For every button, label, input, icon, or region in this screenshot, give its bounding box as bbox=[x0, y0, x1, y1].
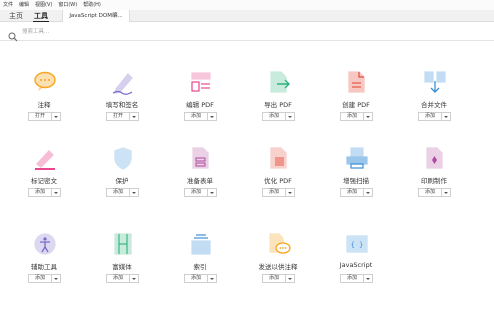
fill-sign-icon bbox=[110, 69, 136, 95]
tool-combine-files[interactable]: 合并文件 添加 bbox=[404, 42, 464, 121]
tool-optimize-pdf[interactable]: 优化 PDF 添加 bbox=[248, 118, 308, 197]
chevron-down-icon[interactable] bbox=[286, 275, 294, 282]
protect-shield-icon bbox=[110, 145, 136, 171]
tool-accessibility[interactable]: 辅助工具 添加 bbox=[14, 204, 74, 283]
edit-pdf-icon bbox=[188, 69, 214, 95]
tool-label: 辅助工具 bbox=[31, 263, 57, 271]
combine-files-icon bbox=[422, 69, 448, 95]
tool-rich-media[interactable]: 富媒体添加 bbox=[92, 204, 152, 283]
tool-action-label: 添加 bbox=[107, 275, 130, 282]
create-pdf-icon bbox=[344, 69, 370, 95]
tab-home[interactable]: 主页 bbox=[9, 10, 23, 22]
chevron-down-icon[interactable] bbox=[208, 275, 216, 282]
tool-action-button[interactable]: 添加 bbox=[340, 188, 373, 197]
chevron-down-icon[interactable] bbox=[208, 189, 216, 196]
tool-create-pdf[interactable]: 创建 PDF 添加 bbox=[326, 42, 386, 121]
tool-action-label: 添加 bbox=[29, 275, 52, 282]
redact-icon bbox=[32, 145, 58, 171]
menu-view[interactable]: 视图(V) bbox=[35, 0, 52, 10]
chevron-down-icon[interactable] bbox=[286, 189, 294, 196]
tool-label: 保护 bbox=[115, 177, 129, 185]
tool-redact[interactable]: 标记密文 添加 bbox=[14, 118, 74, 197]
tool-send-for-comments[interactable]: 发送以供注释添加 bbox=[248, 204, 308, 283]
tool-label: 编辑 PDF bbox=[186, 101, 214, 109]
tool-action-button[interactable]: 添加 bbox=[340, 274, 373, 283]
tool-label: 准备表单 bbox=[187, 177, 213, 185]
tool-prepare-form[interactable]: 准备表单 添加 bbox=[170, 118, 230, 197]
menu-file[interactable]: 文件 bbox=[3, 0, 13, 10]
tool-export-pdf[interactable]: 导出 PDF 添加 bbox=[248, 42, 308, 121]
tool-action-label: 添加 bbox=[107, 189, 130, 196]
tool-comment[interactable]: 注释 打开 bbox=[14, 42, 74, 121]
tool-action-label: 添加 bbox=[419, 189, 442, 196]
tool-action-label: 添加 bbox=[263, 189, 286, 196]
javascript-icon: { } bbox=[344, 231, 370, 257]
tool-label: 富媒体 bbox=[112, 263, 132, 271]
print-production-icon bbox=[422, 145, 448, 171]
comment-icon bbox=[32, 69, 58, 95]
chevron-down-icon[interactable] bbox=[364, 189, 372, 196]
tab-tools[interactable]: 工具 bbox=[33, 10, 49, 22]
tool-label: 合并文件 bbox=[421, 101, 447, 109]
tool-action-button[interactable]: 添加 bbox=[28, 274, 61, 283]
tool-action-button[interactable]: 添加 bbox=[106, 188, 139, 197]
tool-action-label: 添加 bbox=[341, 275, 364, 282]
menu-edit[interactable]: 编辑 bbox=[19, 0, 29, 10]
prepare-form-icon bbox=[188, 145, 214, 171]
tool-print-production[interactable]: 印刷制作 添加 bbox=[404, 118, 464, 197]
tool-label: 优化 PDF bbox=[264, 177, 292, 185]
tool-label: 增强扫描 bbox=[343, 177, 369, 185]
tool-label: JavaScript bbox=[339, 261, 373, 269]
tool-label: 导出 PDF bbox=[264, 101, 292, 109]
tool-action-button[interactable]: 添加 bbox=[28, 188, 61, 197]
menu-bar: 文件 编辑 视图(V) 窗口(W) 帮助(H) bbox=[0, 0, 494, 10]
tool-javascript[interactable]: { } JavaScript 添加 bbox=[326, 204, 386, 283]
tool-action-button[interactable]: 添加 bbox=[418, 188, 451, 197]
tool-action-button[interactable]: 添加 bbox=[106, 274, 139, 283]
tool-protect-shield[interactable]: 保护添加 bbox=[92, 118, 152, 197]
tool-fill-sign[interactable]: 填写和签名 打开 bbox=[92, 42, 152, 121]
chevron-down-icon[interactable] bbox=[52, 189, 60, 196]
tool-action-button[interactable]: 添加 bbox=[262, 274, 295, 283]
tool-action-label: 添加 bbox=[29, 189, 52, 196]
search-bar bbox=[0, 23, 494, 42]
tool-action-label: 添加 bbox=[185, 275, 208, 282]
index-icon bbox=[188, 231, 214, 257]
menu-window[interactable]: 窗口(W) bbox=[58, 0, 77, 10]
tool-action-button[interactable]: 添加 bbox=[184, 274, 217, 283]
chevron-down-icon[interactable] bbox=[52, 275, 60, 282]
rich-media-icon bbox=[110, 231, 136, 257]
tool-label: 注释 bbox=[37, 101, 51, 109]
accessibility-icon bbox=[32, 231, 58, 257]
tool-label: 标记密文 bbox=[31, 177, 57, 185]
tool-label: 印刷制作 bbox=[421, 177, 447, 185]
chevron-down-icon[interactable] bbox=[130, 275, 138, 282]
tab-document[interactable]: JavaScript DOM编... bbox=[62, 10, 130, 22]
tool-index[interactable]: 索引添加 bbox=[170, 204, 230, 283]
menu-help[interactable]: 帮助(H) bbox=[83, 0, 101, 10]
enhance-scan-icon bbox=[344, 145, 370, 171]
tool-enhance-scan[interactable]: 增强扫描 添加 bbox=[326, 118, 386, 197]
tool-action-label: 添加 bbox=[185, 189, 208, 196]
export-pdf-icon bbox=[266, 69, 292, 95]
tool-action-button[interactable]: 添加 bbox=[262, 188, 295, 197]
tab-bar: 主页 工具 JavaScript DOM编... bbox=[0, 10, 494, 22]
tool-edit-pdf[interactable]: 编辑 PDF 添加 bbox=[170, 42, 230, 121]
tool-action-label: 添加 bbox=[341, 189, 364, 196]
tool-action-label: 添加 bbox=[263, 275, 286, 282]
tool-action-button[interactable]: 添加 bbox=[184, 188, 217, 197]
tool-label: 索引 bbox=[193, 263, 207, 271]
tool-label: 填写和签名 bbox=[105, 101, 139, 109]
svg-text:{ }: { } bbox=[351, 241, 364, 249]
tool-label: 创建 PDF bbox=[342, 101, 370, 109]
tool-label: 发送以供注释 bbox=[258, 263, 298, 271]
chevron-down-icon[interactable] bbox=[442, 189, 450, 196]
search-input[interactable] bbox=[22, 27, 172, 37]
chevron-down-icon[interactable] bbox=[130, 189, 138, 196]
search-icon bbox=[8, 27, 18, 42]
optimize-pdf-icon bbox=[266, 145, 292, 171]
chevron-down-icon[interactable] bbox=[364, 275, 372, 282]
send-for-comments-icon bbox=[266, 231, 292, 257]
